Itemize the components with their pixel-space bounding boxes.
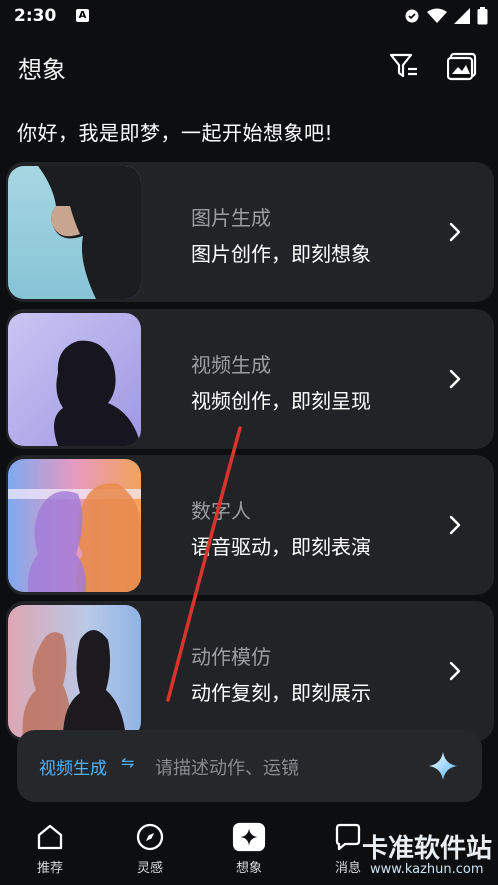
sparkle-icon[interactable] bbox=[427, 750, 459, 782]
card-thumbnail bbox=[8, 459, 141, 592]
card-thumbnail bbox=[8, 166, 141, 299]
home-icon bbox=[33, 820, 67, 854]
card-thumbnail bbox=[8, 605, 141, 738]
signal-icon bbox=[454, 8, 470, 24]
watermark-text: 卡准软件站 bbox=[362, 834, 493, 864]
nav-label: 想象 bbox=[235, 861, 262, 876]
chevron-right-icon bbox=[449, 661, 461, 681]
card-title: 数字人 bbox=[191, 499, 251, 523]
nav-item-inspiration[interactable]: 灵感 bbox=[118, 820, 182, 880]
status-time: 2:30 bbox=[14, 6, 57, 26]
card-digital-human[interactable]: 数字人 语音驱动，即刻表演 bbox=[6, 455, 494, 595]
card-image-generation[interactable]: 图片生成 图片创作，即刻想象 bbox=[6, 162, 494, 302]
chevron-right-icon bbox=[449, 222, 461, 242]
chevron-right-icon bbox=[449, 515, 461, 535]
swap-icon[interactable]: ⇋ bbox=[121, 753, 134, 772]
card-subtitle: 动作复刻，即刻展示 bbox=[191, 681, 371, 705]
watermark: 卡准软件站 www.kazhun.com bbox=[360, 828, 498, 885]
compass-icon bbox=[133, 820, 167, 854]
greeting-text: 你好，我是即梦，一起开始想象吧! bbox=[17, 121, 334, 145]
nav-label: 灵感 bbox=[136, 861, 163, 876]
nav-label: 推荐 bbox=[36, 861, 63, 876]
mode-selector[interactable]: 视频生成 bbox=[39, 754, 107, 779]
sparkle-icon bbox=[232, 820, 266, 854]
card-subtitle: 视频创作，即刻呈现 bbox=[191, 389, 371, 413]
watermark-url: www.kazhun.com bbox=[370, 862, 484, 877]
page-title: 想象 bbox=[18, 56, 66, 84]
card-title: 视频生成 bbox=[191, 353, 271, 377]
notification-icon: A bbox=[76, 9, 89, 22]
top-bar: 想象 bbox=[0, 44, 498, 88]
card-title: 图片生成 bbox=[191, 206, 271, 230]
nav-item-imagine[interactable]: 想象 bbox=[217, 820, 281, 880]
prompt-bar[interactable]: 视频生成 ⇋ 请描述动作、运镜 bbox=[17, 730, 482, 802]
card-video-generation[interactable]: 视频生成 视频创作，即刻呈现 bbox=[6, 309, 494, 449]
card-thumbnail bbox=[8, 313, 141, 446]
prompt-input[interactable]: 请描述动作、运镜 bbox=[155, 754, 299, 780]
data-saver-icon bbox=[405, 9, 419, 23]
status-icons bbox=[404, 7, 488, 25]
status-bar: 2:30 A bbox=[0, 0, 498, 34]
nav-item-recommend[interactable]: 推荐 bbox=[18, 820, 82, 880]
card-subtitle: 语音驱动，即刻表演 bbox=[191, 535, 371, 559]
chevron-right-icon bbox=[449, 369, 461, 389]
filter-icon[interactable] bbox=[388, 50, 420, 82]
wifi-icon bbox=[427, 8, 447, 23]
card-subtitle: 图片创作，即刻想象 bbox=[191, 242, 371, 266]
battery-icon bbox=[477, 7, 488, 25]
card-motion-imitation[interactable]: 动作模仿 动作复刻，即刻展示 bbox=[6, 601, 494, 741]
card-title: 动作模仿 bbox=[191, 645, 271, 669]
gallery-icon[interactable] bbox=[446, 50, 478, 82]
